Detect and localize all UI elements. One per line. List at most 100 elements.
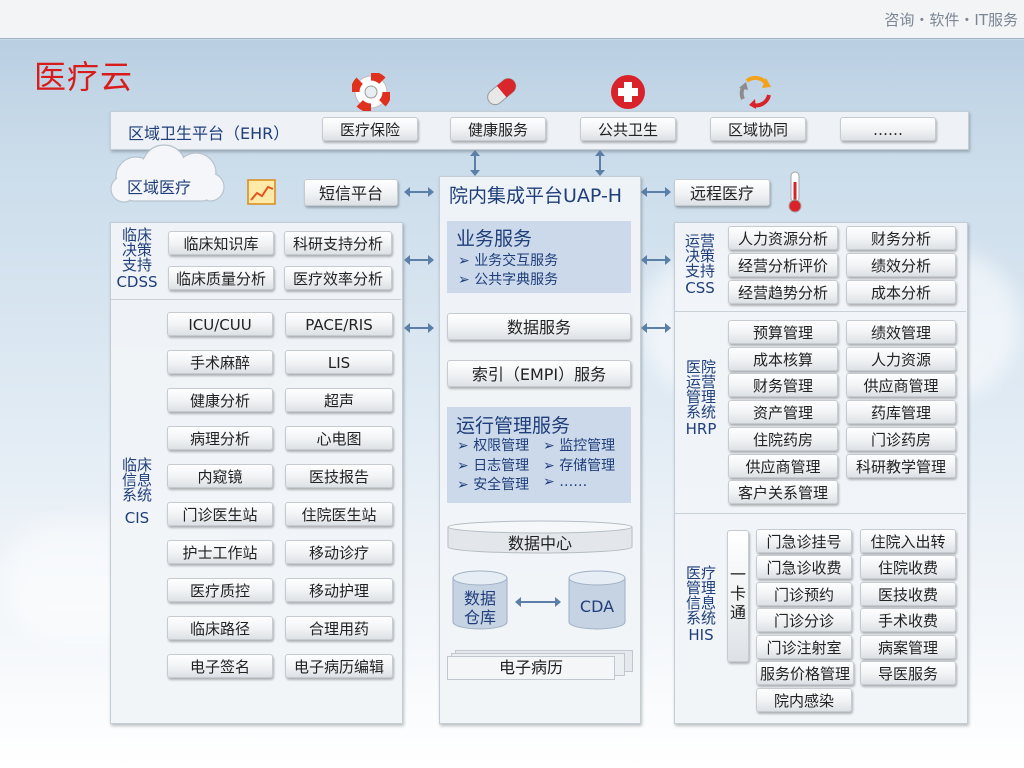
divider [674,311,966,312]
business-service-item: ➢ 公共字典服务 [458,272,559,288]
css-item[interactable]: 绩效分析 [846,253,956,277]
his-item[interactable]: 门诊分诊 [756,608,852,632]
hrp-item[interactable]: 科研教学管理 [846,454,956,478]
hrp-item[interactable]: 人力资源 [846,347,956,371]
cis-item[interactable]: 临床路径 [167,616,273,640]
page-title: 医疗云 [34,58,134,96]
cis-item[interactable]: 医疗质控 [167,578,273,602]
data-center-label: 数据中心 [507,534,572,553]
hrp-item[interactable]: 客户关系管理 [728,480,838,504]
his-item[interactable]: 门诊注射室 [756,635,852,659]
ehr-item-regional-coop[interactable]: 区域协同 [710,117,806,141]
data-service-button[interactable]: 数据服务 [447,313,631,340]
lifebuoy-icon [352,73,390,111]
his-item[interactable]: 住院入出转 [860,529,956,553]
medical-cross-icon [611,75,645,109]
ops-item: ➢ 监控管理 [543,438,616,454]
css-item[interactable]: 财务分析 [846,226,956,250]
cis-item[interactable]: 超声 [285,388,393,412]
cdss-item[interactable]: 临床质量分析 [168,266,274,290]
ehr-item-more[interactable]: …… [840,117,936,141]
cis-item[interactable]: PACE/RIS [285,312,393,336]
cdss-item[interactable]: 科研支持分析 [284,231,392,255]
horizontal-double-arrow [641,323,671,333]
ops-item: ➢ 日志管理 [457,458,530,474]
hrp-item[interactable]: 成本核算 [728,347,838,371]
his-item[interactable]: 病案管理 [860,635,956,659]
ops-item: ➢ …… [543,474,588,490]
ehr-item-health-service[interactable]: 健康服务 [450,117,546,141]
ops-item: ➢ 安全管理 [457,477,530,493]
horizontal-double-arrow [641,187,671,197]
uap-title: 院内集成平台UAP-H [449,185,623,207]
chart-icon [247,179,276,205]
cis-item[interactable]: 移动诊疗 [285,540,393,564]
cis-item[interactable]: 护士工作站 [167,540,273,564]
ehr-item-public-health[interactable]: 公共卫生 [580,117,676,141]
cdss-item[interactable]: 临床知识库 [168,231,274,255]
his-item[interactable]: 院内感染 [756,688,852,712]
horizontal-double-arrow [404,187,434,197]
css-item[interactable]: 经营分析评价 [728,253,838,277]
his-item[interactable]: 门诊预约 [756,582,852,606]
divider [110,299,401,300]
his-item[interactable]: 住院收费 [860,555,956,579]
his-label: 医疗 管理 信息 系统 HIS [685,564,716,644]
cis-item[interactable]: 医技报告 [285,464,393,488]
hrp-item[interactable]: 门诊药房 [846,427,956,451]
hrp-item[interactable]: 药库管理 [846,400,956,424]
ehr-item-medical-insurance[interactable]: 医疗保险 [322,117,418,141]
hrp-item[interactable]: 预算管理 [728,320,838,344]
ops-item: ➢ 权限管理 [457,438,530,454]
cis-item[interactable]: ICU/CUU [167,312,273,336]
cis-item[interactable]: 心电图 [285,426,393,450]
cdss-label: 临床 决策 支持 CDSS [116,226,158,291]
hrp-label: 医院 运营 管理 系统 HRP [685,358,717,438]
header-tagline: 咨询・软件・IT服务 [884,11,1018,29]
hrp-item[interactable]: 供应商管理 [728,454,838,478]
his-item[interactable]: 门急诊收费 [756,555,852,579]
cis-item[interactable]: 病理分析 [167,426,273,450]
business-service-item: ➢ 业务交互服务 [458,253,559,269]
cis-item[interactable]: 移动护理 [285,578,393,602]
emr-label: 电子病历 [447,656,615,680]
hrp-item[interactable]: 资产管理 [728,400,838,424]
top-bar: 咨询・软件・IT服务 [0,0,1024,39]
regional-medical-label: 区域医疗 [127,178,192,197]
cis-item[interactable]: 内窥镜 [167,464,273,488]
cis-item[interactable]: 住院医生站 [285,502,393,526]
ops-item: ➢ 存储管理 [543,458,616,474]
horizontal-double-arrow [641,255,671,265]
hrp-item[interactable]: 供应商管理 [846,373,956,397]
recycle-arrows-icon [739,75,771,109]
vertical-double-arrow [595,150,605,176]
hrp-item[interactable]: 财务管理 [728,373,838,397]
css-item[interactable]: 人力资源分析 [728,226,838,250]
his-item[interactable]: 手术收费 [860,608,956,632]
hrp-item[interactable]: 绩效管理 [846,320,956,344]
remote-medical-button[interactable]: 远程医疗 [674,179,770,206]
cis-item[interactable]: 电子病历编辑 [285,654,393,678]
css-item[interactable]: 经营趋势分析 [728,280,838,304]
cis-item[interactable]: 合理用药 [285,616,393,640]
one-card-button[interactable]: 一卡通 [727,530,749,662]
sms-platform-button[interactable]: 短信平台 [304,179,398,206]
horizontal-double-arrow [515,597,561,607]
his-item[interactable]: 服务价格管理 [756,661,854,685]
business-service-title: 业务服务 [456,228,533,250]
hrp-item[interactable]: 住院药房 [728,427,838,451]
cis-item[interactable]: 手术麻醉 [167,350,273,374]
cis-item[interactable]: LIS [285,350,393,374]
his-item[interactable]: 门急诊挂号 [756,529,852,553]
cdss-item[interactable]: 医疗效率分析 [284,266,392,290]
divider [674,513,966,514]
index-service-button[interactable]: 索引（EMPI）服务 [447,360,631,387]
css-item[interactable]: 成本分析 [846,280,956,304]
cda-label: CDA [579,597,615,616]
his-item[interactable]: 医技收费 [860,582,956,606]
cis-item[interactable]: 门诊医生站 [167,502,273,526]
horizontal-double-arrow [404,323,434,333]
his-item[interactable]: 导医服务 [860,661,956,685]
cis-item[interactable]: 健康分析 [167,388,273,412]
cis-item[interactable]: 电子签名 [167,654,273,678]
